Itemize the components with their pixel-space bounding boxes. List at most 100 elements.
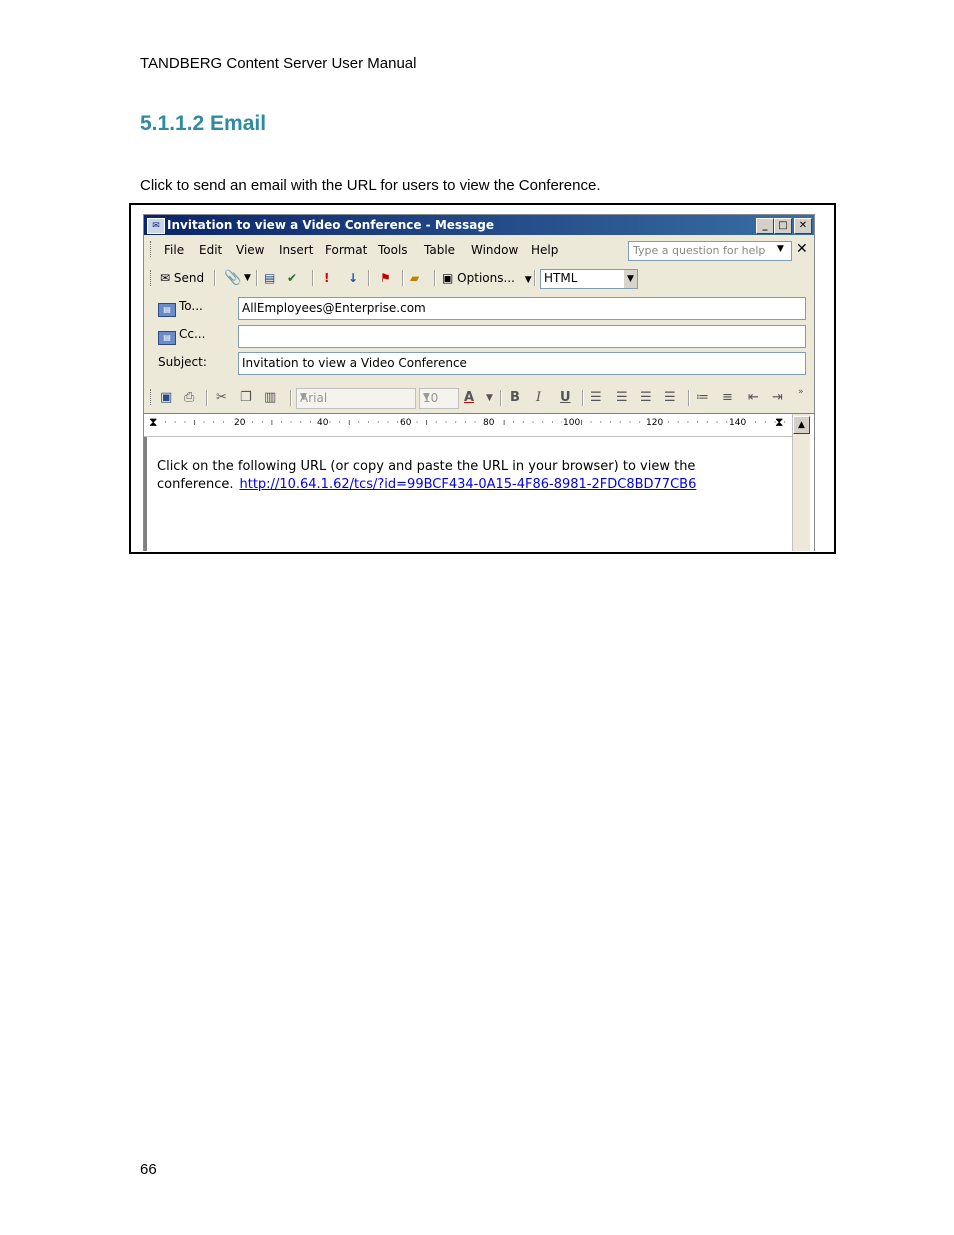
toolbar-separator [256,270,258,286]
bullet-list-icon[interactable]: ≡ [722,390,733,405]
toolbar-separator [290,390,292,406]
font-size-select[interactable]: 10 ▼ [419,388,459,409]
formatting-toolbar: ▣ ⎙ ✂ ❐ ▥ Arial ▼ 10 ▼ A ▼ B I U ☰ ☰ ☰ ☰… [144,383,814,411]
toolbar-separator [214,270,216,286]
toolbar-separator [688,390,690,406]
address-book-icon: ▤ [158,303,176,317]
to-label: To... [179,299,203,313]
indent-icon[interactable]: ⇥ [772,390,783,405]
paperclip-icon[interactable]: 📎 [224,269,241,287]
ruler-label: 60 [399,418,413,428]
subject-field[interactable]: Invitation to view a Video Conference [238,352,806,375]
subject-value: Invitation to view a Video Conference [242,356,467,370]
help-search-placeholder: Type a question for help [633,244,766,257]
toolbar-grip[interactable] [150,270,154,286]
menu-file[interactable]: File [164,243,184,257]
ruler-label: 20 [233,418,247,428]
ruler-label: 140 [728,418,748,428]
flag-icon[interactable]: ⚑ [380,269,391,287]
underline-icon[interactable]: U [560,390,571,405]
message-format-value: HTML [544,271,578,285]
print-icon[interactable]: ⎙ [184,390,194,405]
chevron-down-icon[interactable]: ▼ [777,244,784,254]
to-field[interactable]: AllEmployees@Enterprise.com [238,297,806,320]
chevron-down-icon: ▼ [524,275,532,285]
horizontal-ruler[interactable]: ⧗ · · · ı · · · · · · · ı · · · · · · · … [144,414,792,437]
chevron-down-icon[interactable]: ▼ [244,269,251,287]
menu-grip[interactable] [150,241,154,257]
bold-icon[interactable]: B [510,390,520,405]
close-button[interactable]: ✕ [794,218,812,234]
menu-help[interactable]: Help [531,243,558,257]
menu-view[interactable]: View [236,243,264,257]
menu-table[interactable]: Table [424,243,455,257]
menu-window[interactable]: Window [471,243,518,257]
menu-format[interactable]: Format [325,243,367,257]
toolbar-grip[interactable] [150,389,154,405]
menu-tools[interactable]: Tools [378,243,408,257]
address-book-icon: ▤ [158,331,176,345]
address-book-icon[interactable]: ▤ [264,269,275,287]
copy-icon[interactable]: ❐ [240,390,252,405]
message-editor[interactable]: ⧗ · · · ı · · · · · · · ı · · · · · · · … [144,413,814,551]
title-bar[interactable]: ✉ Invitation to view a Video Conference … [144,215,814,235]
document-header: TANDBERG Content Server User Manual [140,55,417,72]
help-search-input[interactable]: Type a question for help ▼ [628,241,792,261]
ruler-label: 80 [482,418,496,428]
justify-icon[interactable]: ☰ [664,390,676,405]
numbered-list-icon[interactable]: ≔ [696,390,709,405]
outdent-icon[interactable]: ⇤ [748,390,759,405]
screenshot-frame: ✉ Invitation to view a Video Conference … [129,203,836,554]
page-number: 66 [140,1161,157,1178]
to-button[interactable]: ▤ To... [158,299,203,317]
ruler-label: 120 [645,418,665,428]
align-right-icon[interactable]: ☰ [640,390,652,405]
toolbar-separator [434,270,436,286]
close-document-button[interactable]: ✕ [796,241,808,257]
menu-bar: File Edit View Insert Format Tools Table… [144,237,814,263]
cc-button[interactable]: ▤ Cc... [158,327,205,345]
first-line-indent-icon[interactable]: ⧗ [149,415,157,430]
to-value: AllEmployees@Enterprise.com [242,301,426,315]
options-label: Options... [457,271,515,285]
folder-icon[interactable]: ▰ [410,269,419,287]
envelope-icon: ✉ [160,271,171,285]
check-names-icon[interactable]: ✔ [287,269,297,287]
font-name-select[interactable]: Arial ▼ [296,388,416,409]
save-icon[interactable]: ▣ [160,390,172,405]
message-format-select[interactable]: HTML ▼ [540,269,638,289]
importance-low-icon[interactable]: ↓ [348,269,358,287]
section-title: 5.1.1.2 Email [140,112,267,135]
paste-icon[interactable]: ▥ [264,390,276,405]
font-color-icon[interactable]: A [464,390,474,405]
right-indent-icon[interactable]: ⧗ [775,415,783,430]
chevron-down-icon[interactable]: ▼ [624,270,637,288]
menu-edit[interactable]: Edit [199,243,222,257]
cut-icon[interactable]: ✂ [216,390,227,405]
ruler-ticks: · · · ı · · · · · · · ı · · · · · · · ı … [164,418,792,428]
importance-high-icon[interactable]: ! [324,269,329,287]
chevron-down-icon[interactable]: ▼ [486,393,493,403]
italic-icon[interactable]: I [536,390,541,405]
toolbar-options-icon[interactable]: » [798,387,804,397]
message-window: ✉ Invitation to view a Video Conference … [143,214,815,551]
align-center-icon[interactable]: ☰ [616,390,628,405]
conference-url-link[interactable]: http://10.64.1.62/tcs/?id=99BCF434-0A15-… [240,477,697,492]
toolbar-separator [206,390,208,406]
body-line-1: Click on the following URL (or copy and … [157,459,696,474]
scroll-up-icon[interactable]: ▲ [793,416,810,434]
vertical-scrollbar[interactable]: ▲ [792,414,810,551]
send-button[interactable]: ✉ Send [160,269,204,287]
minimize-button[interactable]: _ [756,218,774,234]
standard-toolbar: ✉ Send 📎 ▼ ▤ ✔ ! ↓ ⚑ ▰ ▣ Options... ▼ HT… [144,265,814,291]
cc-field[interactable] [238,325,806,348]
toolbar-separator [500,390,502,406]
options-button[interactable]: ▣ Options... ▼ [442,269,532,287]
ruler-label: 40 [316,418,330,428]
menu-insert[interactable]: Insert [279,243,313,257]
toolbar-separator [312,270,314,286]
address-fields: ▤ To... AllEmployees@Enterprise.com ▤ Cc..… [144,293,814,383]
align-left-icon[interactable]: ☰ [590,390,602,405]
toolbar-separator [534,270,536,286]
maximize-button[interactable]: □ [774,218,792,234]
